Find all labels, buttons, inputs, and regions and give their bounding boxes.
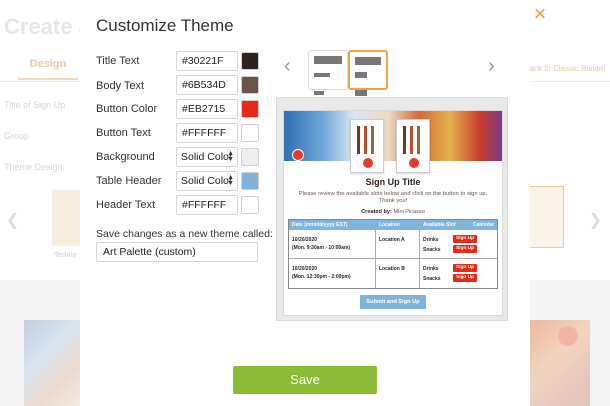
preview-banner-image <box>284 111 502 161</box>
table-header-label: Table Header <box>96 175 162 187</box>
title-text-label: Title Text <box>96 55 140 67</box>
background-arrow-left-icon: ❮ <box>6 212 20 229</box>
background-select-value: Solid Color <box>181 151 233 163</box>
preview-table-row: 10/20/2020 (Mon. 12:30pm - 2:00pm) Locat… <box>289 258 497 287</box>
button-color-input[interactable]: #EB2715 <box>176 99 238 119</box>
preview-table-row: 10/20/2020 (Mon. 9:30am - 10:00am) Locat… <box>289 229 497 258</box>
preview-row-slot: Drinks <box>423 237 439 243</box>
preview-row-time: (Mon. 12:30pm - 2:00pm) <box>292 274 351 280</box>
preview-row-slot: Snacks <box>423 247 441 253</box>
select-caret-icon: ▲ ▼ <box>227 150 234 163</box>
preview-card: Sign Up Title Please review the availabl… <box>283 110 503 316</box>
preview-created-by-name: Mini Picasso <box>393 209 425 215</box>
layout-option-1[interactable] <box>308 50 348 108</box>
save-as-label: Save changes as a new theme called: <box>96 228 273 240</box>
preview-created-by: Created by: Mini Picasso <box>284 209 502 215</box>
background-theme-card <box>52 190 82 246</box>
table-header-select-value: Solid Color <box>181 175 233 187</box>
body-text-input[interactable]: #6B534D <box>176 75 238 95</box>
preview-signup-title: Sign Up Title <box>365 177 421 187</box>
preview-row-location: Location B <box>379 266 405 272</box>
customize-theme-modal: Customize Theme × Title Text #30221F Bod… <box>80 0 546 406</box>
background-select[interactable]: Solid Color ▲ ▼ <box>176 147 238 167</box>
background-back-link: Back to Classic Builder <box>524 64 606 73</box>
preview-signup-button[interactable]: Sign Up <box>453 264 477 272</box>
background-image-badge-icon <box>558 326 578 346</box>
preview-created-by-label: Created by: <box>361 209 392 215</box>
background-label: Background <box>96 151 155 163</box>
preview-image-badge-icon <box>292 149 304 161</box>
button-color-swatch[interactable] <box>241 100 259 118</box>
background-side-item: Title of Sign Up <box>4 100 66 110</box>
background-swatch[interactable] <box>241 148 259 166</box>
title-text-input[interactable]: #30221F <box>176 51 238 71</box>
preview-row-date: 10/20/2020 <box>292 266 318 272</box>
header-text-label: Header Text <box>96 199 156 211</box>
header-text-swatch[interactable] <box>241 196 259 214</box>
preview-signup-button[interactable]: Sign Up <box>453 235 477 243</box>
preview-table: Date (mm/dd/yyyy EST) Location Available… <box>288 219 498 289</box>
preview-row-slot: Snacks <box>423 276 441 282</box>
background-tab-design: Design <box>18 58 78 80</box>
body-text-label: Body Text <box>96 80 145 92</box>
body-text-swatch[interactable] <box>241 76 259 94</box>
select-caret-icon: ▲ ▼ <box>227 174 234 187</box>
save-button[interactable]: Save <box>233 366 377 394</box>
preview-col-location: Location <box>379 222 400 228</box>
preview-thumbnail <box>350 119 384 173</box>
preview-row-slot: Drinks <box>423 266 439 272</box>
preview-table-header: Date (mm/dd/yyyy EST) Location Available… <box>289 220 497 229</box>
theme-name-input[interactable]: Art Palette (custom) <box>96 242 258 262</box>
preview-col-slot: Available Slot <box>423 222 456 228</box>
preview-row-date: 10/20/2020 <box>292 237 318 243</box>
button-text-label: Button Text <box>96 127 151 139</box>
button-text-input[interactable]: #FFFFFF <box>176 123 238 143</box>
layout-prev-icon[interactable]: ‹ <box>284 56 291 76</box>
background-theme-card-selected <box>528 186 564 248</box>
theme-preview: Sign Up Title Please review the availabl… <box>276 97 508 321</box>
preview-col-date: Date (mm/dd/yyyy EST) <box>292 222 348 228</box>
modal-title: Customize Theme <box>96 16 234 35</box>
background-title: Create a <box>4 14 91 39</box>
preview-signup-button[interactable]: Sign Up <box>453 245 477 253</box>
layout-option-2[interactable] <box>348 50 388 108</box>
table-header-swatch[interactable] <box>241 172 259 190</box>
button-color-label: Button Color <box>96 103 158 115</box>
title-text-swatch[interactable] <box>241 52 259 70</box>
preview-row-time: (Mon. 9:30am - 10:00am) <box>292 245 351 251</box>
preview-col-calendar: Calendar <box>473 222 495 228</box>
preview-signup-button[interactable]: Sign Up <box>453 274 477 282</box>
background-arrow-right-icon: ❯ <box>588 212 602 229</box>
preview-thumbnail <box>396 119 430 173</box>
background-paint-image <box>24 320 80 406</box>
preview-submit-button[interactable]: Submit and Sign Up <box>360 295 426 309</box>
background-card-caption: Techno <box>54 252 77 259</box>
layout-next-icon[interactable]: › <box>488 56 495 76</box>
background-side-item: Theme Design <box>4 162 63 172</box>
button-text-swatch[interactable] <box>241 124 259 142</box>
preview-row-location: Location A <box>379 237 405 243</box>
close-icon[interactable]: × <box>530 3 550 25</box>
header-text-input[interactable]: #FFFFFF <box>176 195 238 215</box>
preview-instructions: Please review the available slots below … <box>298 191 488 204</box>
table-header-select[interactable]: Solid Color ▲ ▼ <box>176 171 238 191</box>
background-side-item: Group <box>4 131 30 141</box>
